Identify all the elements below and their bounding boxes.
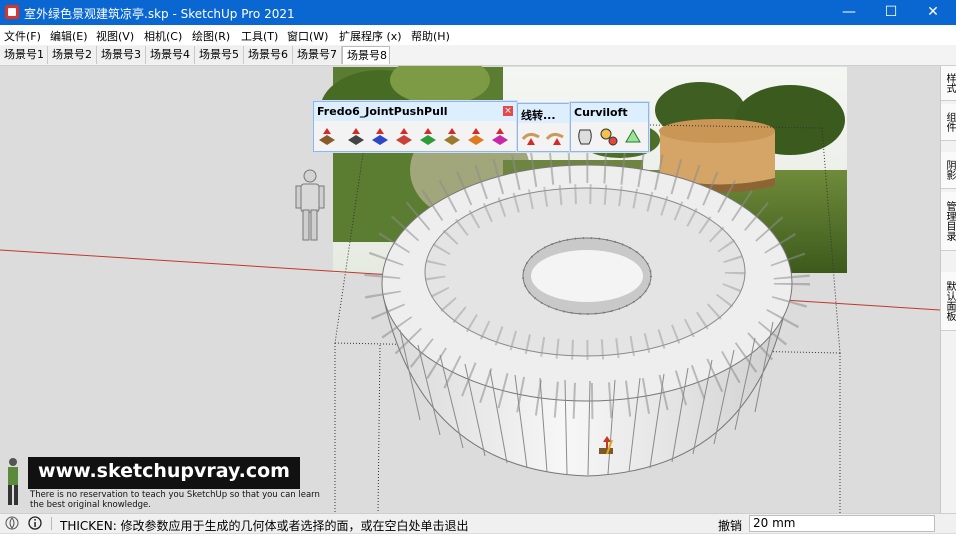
tray-tab-outliner[interactable]: 管理目录: [941, 192, 956, 251]
menu-extensions[interactable]: 扩展程序 (x): [339, 28, 402, 44]
tab-scene-1[interactable]: 场景号1: [0, 46, 48, 64]
window-title: 室外绿色景观建筑凉亭.skp - SketchUp Pro 2021: [24, 7, 295, 21]
measurements-label: 撤销: [718, 519, 743, 533]
menu-draw[interactable]: 绘图(R): [192, 28, 230, 44]
tab-scene-3[interactable]: 场景号3: [97, 46, 146, 64]
normal-push-pull-icon[interactable]: [370, 126, 390, 146]
normal-extrude-icon[interactable]: [442, 126, 462, 146]
watermark-tagline: There is no reservation to teach you Ske…: [30, 490, 320, 510]
vector-push-pull-icon[interactable]: [346, 126, 366, 146]
tray-tab-default[interactable]: 默认面板: [941, 272, 956, 331]
maximize-button[interactable]: ☐: [868, 0, 914, 25]
measurements-input[interactable]: 20 mm: [749, 515, 935, 532]
pavilion-model[interactable]: [364, 147, 810, 477]
skinning-icon[interactable]: [623, 127, 643, 147]
tab-scene-6[interactable]: 场景号6: [244, 46, 293, 64]
follow-extrude-icon[interactable]: [490, 126, 510, 146]
menu-window[interactable]: 窗口(W): [287, 28, 328, 44]
scene-tabs: 场景号1 场景号2 场景号3 场景号4 场景号5 场景号6 场景号7 场景号8: [0, 45, 956, 66]
tray-tab-components[interactable]: 组件: [941, 104, 956, 141]
vector-extrude-icon[interactable]: [418, 126, 438, 146]
toolbar-title: 线转...: [521, 109, 556, 122]
sketchup-app-icon: [5, 5, 19, 19]
line-convert-icon-2[interactable]: [545, 127, 565, 147]
toolbar-curviloft[interactable]: Curviloft: [570, 102, 649, 152]
tab-scene-7[interactable]: 场景号7: [293, 46, 342, 64]
menu-help[interactable]: 帮助(H): [411, 28, 450, 44]
watermark: www.sketchupvray.com There is no reserva…: [0, 452, 330, 513]
status-message: THICKEN: 修改参数应用于生成的几何体或者选择的面，或在空白处单击退出: [60, 519, 469, 533]
watermark-banner: www.sketchupvray.com: [28, 457, 300, 489]
close-button[interactable]: ✕: [910, 0, 956, 25]
default-tray: 样式 组件 阴影 管理目录 默认面板: [940, 66, 956, 513]
scale-figure[interactable]: [295, 169, 325, 241]
line-convert-icon-1[interactable]: [521, 127, 541, 147]
tab-scene-8[interactable]: 场景号8: [342, 46, 390, 64]
info-icon[interactable]: [28, 516, 42, 530]
status-bar: THICKEN: 修改参数应用于生成的几何体或者选择的面，或在空白处单击退出 撤…: [0, 513, 956, 533]
model-viewport[interactable]: Fredo6_JointPushPull × 线转... Curviloft w…: [0, 66, 940, 513]
tray-tab-shadows[interactable]: 阴影: [941, 152, 956, 189]
toolbar-line-tools[interactable]: 线转...: [517, 103, 570, 152]
menu-view[interactable]: 视图(V): [96, 28, 134, 44]
geo-location-icon[interactable]: [5, 516, 19, 530]
menu-file[interactable]: 文件(F): [4, 28, 41, 44]
menu-edit[interactable]: 编辑(E): [50, 28, 88, 44]
tab-scene-5[interactable]: 场景号5: [195, 46, 244, 64]
title-bar: 室外绿色景观建筑凉亭.skp - SketchUp Pro 2021 — ☐ ✕: [0, 0, 956, 25]
person-icon: [8, 458, 18, 505]
toolbar-title: Fredo6_JointPushPull: [317, 105, 448, 118]
menu-tools[interactable]: 工具(T): [241, 28, 278, 44]
toolbar-title: Curviloft: [574, 106, 628, 119]
loft-along-path-icon[interactable]: [599, 127, 619, 147]
menu-bar: 文件(F) 编辑(E) 视图(V) 相机(C) 绘图(R) 工具(T) 窗口(W…: [0, 25, 956, 45]
joint-push-pull-icon[interactable]: [317, 126, 337, 146]
watermark-site: www.sketchupvray.com: [38, 460, 290, 482]
loft-by-spline-icon[interactable]: [575, 127, 595, 147]
close-icon[interactable]: ×: [503, 106, 513, 116]
menu-camera[interactable]: 相机(C): [144, 28, 182, 44]
tray-tab-styles[interactable]: 样式: [941, 66, 956, 101]
status-divider: [51, 517, 52, 530]
minimize-button[interactable]: —: [826, 0, 872, 25]
tab-scene-4[interactable]: 场景号4: [146, 46, 195, 64]
tab-scene-2[interactable]: 场景号2: [48, 46, 97, 64]
extrude-icon[interactable]: [466, 126, 486, 146]
toolbar-fredo6-jointpushpull[interactable]: Fredo6_JointPushPull ×: [313, 101, 517, 152]
revert-push-pull-icon[interactable]: [394, 126, 414, 146]
